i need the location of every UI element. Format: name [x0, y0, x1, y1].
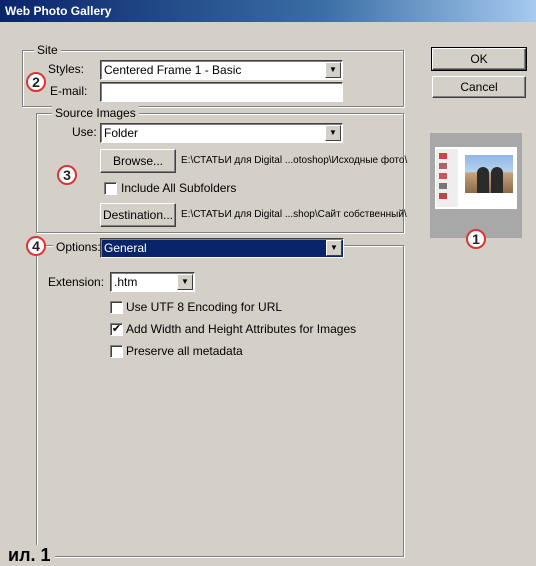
annotation-marker-3: 3 — [57, 165, 77, 185]
preview-person — [491, 167, 503, 193]
include-subfolders-label: Include All Subfolders — [121, 181, 237, 195]
extension-value: .htm — [114, 275, 138, 289]
width-height-attributes-checkbox[interactable]: ✔ — [110, 323, 123, 336]
preview-photo — [465, 155, 513, 193]
options-value: General — [104, 241, 147, 255]
utf8-encoding-checkbox[interactable] — [110, 301, 123, 314]
utf8-encoding-label: Use UTF 8 Encoding for URL — [126, 300, 283, 314]
chevron-down-icon[interactable]: ▼ — [325, 62, 341, 78]
preview-thumb — [439, 193, 447, 199]
site-legend: Site — [34, 43, 61, 57]
chevron-down-icon[interactable]: ▼ — [177, 274, 193, 290]
destination-path: E:\СТАТЬИ для Digital ...shop\Сайт собст… — [181, 209, 407, 220]
preview-thumb — [439, 173, 447, 179]
annotation-marker-1: 1 — [466, 229, 486, 249]
extension-select[interactable]: .htm ▼ — [110, 272, 195, 292]
include-subfolders-checkbox[interactable] — [104, 182, 117, 195]
figure-caption: ил. 1 — [8, 545, 55, 566]
annotation-marker-2: 2 — [26, 72, 46, 92]
styles-value: Centered Frame 1 - Basic — [104, 63, 242, 77]
cancel-button[interactable]: Cancel — [432, 76, 526, 98]
window-title: Web Photo Gallery — [5, 4, 112, 18]
options-select[interactable]: General ▼ — [100, 238, 344, 258]
source-images-legend: Source Images — [52, 106, 139, 120]
preview-thumb — [439, 163, 447, 169]
preview-thumb — [439, 153, 447, 159]
ok-button[interactable]: OK — [431, 47, 527, 71]
email-label: E-mail: — [50, 84, 88, 98]
gallery-preview — [430, 133, 522, 238]
email-field[interactable] — [100, 82, 343, 102]
preview-page — [435, 147, 517, 209]
preview-person — [477, 167, 489, 193]
options-label: Options: — [53, 238, 104, 256]
browse-button[interactable]: Browse... — [100, 149, 176, 173]
browse-path: E:\СТАТЬИ для Digital ...otoshop\Исходны… — [181, 155, 408, 166]
annotation-marker-4: 4 — [26, 236, 46, 256]
styles-select[interactable]: Centered Frame 1 - Basic ▼ — [100, 60, 343, 80]
preview-thumbnail-strip — [436, 149, 458, 207]
preserve-metadata-checkbox[interactable] — [110, 345, 123, 358]
title-bar: Web Photo Gallery — [0, 0, 536, 22]
preserve-metadata-label: Preserve all metadata — [126, 344, 243, 358]
use-value: Folder — [104, 126, 139, 140]
extension-label: Extension: — [48, 275, 105, 289]
width-height-attributes-label: Add Width and Height Attributes for Imag… — [126, 322, 357, 336]
chevron-down-icon[interactable]: ▼ — [325, 125, 341, 141]
destination-button[interactable]: Destination... — [100, 203, 176, 227]
use-select[interactable]: Folder ▼ — [100, 123, 343, 143]
check-icon: ✔ — [111, 323, 122, 335]
preview-thumb — [439, 183, 447, 189]
options-group — [36, 245, 404, 557]
chevron-down-icon[interactable]: ▼ — [326, 240, 342, 256]
styles-label: Styles: — [48, 62, 85, 76]
use-label: Use: — [72, 125, 97, 139]
